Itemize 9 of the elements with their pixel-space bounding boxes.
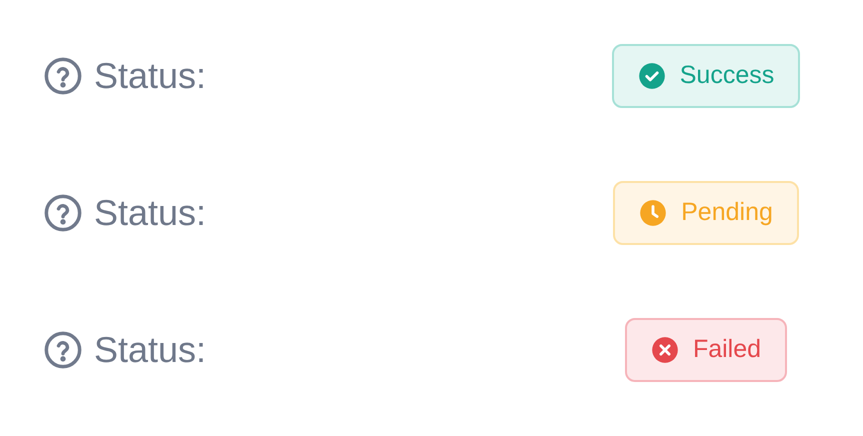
status-text: Pending: [681, 196, 773, 228]
status-label: Status:: [94, 54, 206, 98]
status-label: Status:: [94, 190, 206, 234]
help-icon[interactable]: [44, 56, 82, 94]
status-text: Failed: [692, 334, 762, 365]
help-icon[interactable]: [44, 194, 82, 232]
help-icon[interactable]: [44, 330, 82, 368]
status-text: Success: [680, 60, 774, 91]
status-label: Status:: [94, 328, 206, 372]
